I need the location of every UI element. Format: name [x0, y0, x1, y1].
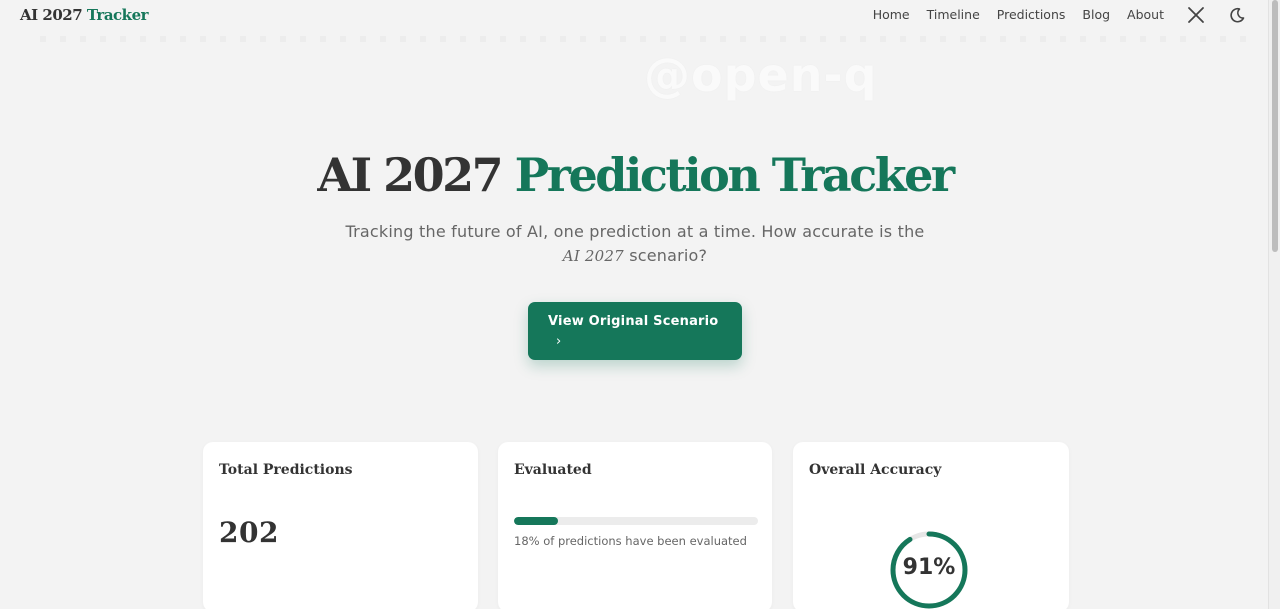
scrollbar-thumb[interactable] — [1272, 0, 1278, 252]
moon-icon[interactable] — [1228, 6, 1246, 24]
evaluated-note: 18% of predictions have been evaluated — [514, 534, 747, 548]
hero-subtitle-part1: Tracking the future of AI, one predictio… — [345, 222, 925, 241]
hero-title-accent: Prediction Tracker — [514, 148, 955, 202]
hero-title-main: AI 2027 — [317, 148, 503, 202]
card-title: Total Predictions — [219, 462, 353, 478]
card-title: Evaluated — [514, 462, 592, 478]
scrollbar[interactable] — [1268, 0, 1280, 609]
evaluated-progress-fill — [514, 517, 558, 525]
watermark: @open-q — [644, 48, 878, 102]
nav-link-home[interactable]: Home — [873, 7, 910, 22]
x-logo-icon[interactable] — [1187, 6, 1205, 24]
nav-link-timeline[interactable]: Timeline — [927, 7, 980, 22]
total-predictions-card: Total Predictions 202 — [203, 442, 478, 609]
nav-link-predictions[interactable]: Predictions — [997, 7, 1066, 22]
overall-accuracy-card: Overall Accuracy 91% — [793, 442, 1069, 609]
nav-links: Home Timeline Predictions Blog About — [873, 7, 1164, 22]
nav-link-blog[interactable]: Blog — [1082, 7, 1110, 22]
total-predictions-value: 202 — [219, 516, 279, 549]
watermark-strip — [40, 36, 1260, 42]
evaluated-card: Evaluated 18% of predictions have been e… — [498, 442, 772, 609]
chevron-right-icon: › — [556, 334, 562, 349]
hero-title: AI 2027 Prediction Tracker — [0, 148, 1270, 202]
evaluated-progress-bar — [514, 517, 758, 525]
hero-subtitle-part2: scenario? — [629, 246, 708, 265]
nav-link-about[interactable]: About — [1127, 7, 1164, 22]
page: @open-q AI 2027 Tracker Home Timeline Pr… — [0, 0, 1280, 609]
hero-subtitle-em: AI 2027 — [562, 247, 624, 265]
brand-logo[interactable]: AI 2027 Tracker — [20, 6, 149, 24]
top-nav: AI 2027 Tracker Home Timeline Prediction… — [0, 0, 1268, 30]
hero-subtitle: Tracking the future of AI, one predictio… — [340, 220, 930, 268]
brand-main: AI 2027 — [20, 6, 83, 24]
card-title: Overall Accuracy — [809, 462, 942, 478]
cta-label: View Original Scenario — [548, 314, 719, 329]
view-original-scenario-button[interactable]: View Original Scenario › — [528, 302, 742, 360]
brand-accent: Tracker — [86, 6, 149, 24]
accuracy-value: 91% — [902, 555, 956, 580]
